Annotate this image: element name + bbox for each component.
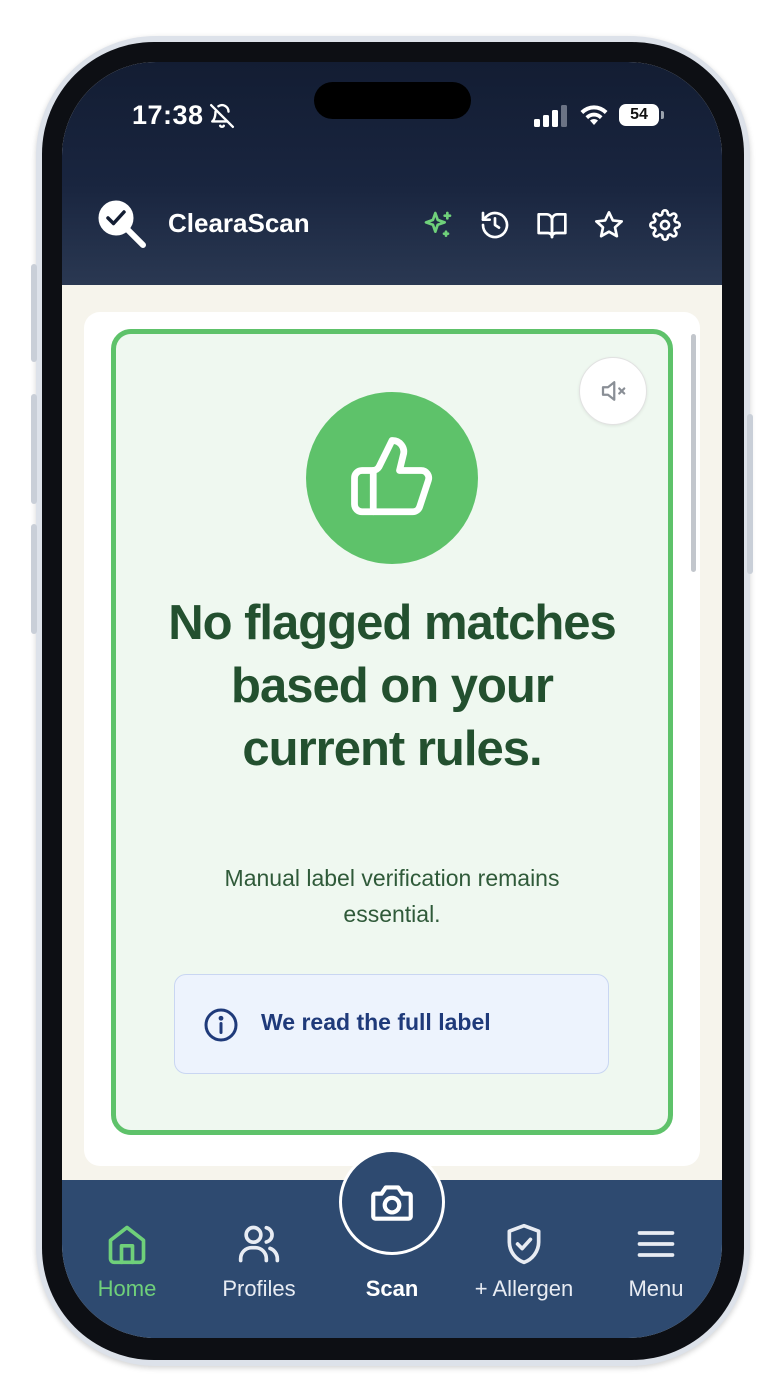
battery-cap xyxy=(661,111,664,119)
nav-item-add-allergen[interactable]: + Allergen xyxy=(459,1222,589,1302)
phone-side-button xyxy=(31,264,37,362)
main-content: No flagged matches based on your current… xyxy=(62,285,722,1180)
nav-item-home[interactable]: Home xyxy=(62,1222,192,1302)
phone-side-button xyxy=(31,524,37,634)
status-badge xyxy=(306,392,478,564)
sparkle-icon[interactable] xyxy=(422,209,454,241)
shield-check-icon xyxy=(507,1223,541,1265)
result-card: No flagged matches based on your current… xyxy=(84,312,700,1166)
wifi-icon xyxy=(580,105,608,125)
app-header: 17:38 54 ClearaScan xyxy=(62,62,722,285)
speaker-muted-icon xyxy=(601,381,626,401)
book-icon[interactable] xyxy=(536,209,568,241)
hamburger-menu-icon xyxy=(637,1231,675,1257)
info-icon xyxy=(204,1008,238,1042)
history-icon[interactable] xyxy=(479,209,511,241)
nav-label-home: Home xyxy=(97,1276,157,1301)
home-icon xyxy=(108,1225,146,1265)
result-subtext: Manual label verification remains essent… xyxy=(224,865,560,927)
nav-item-menu[interactable]: Menu xyxy=(591,1222,721,1302)
star-icon[interactable] xyxy=(593,209,625,241)
cellular-signal-icon xyxy=(534,105,567,127)
info-callout[interactable]: We read the full label xyxy=(174,974,609,1074)
phone-side-button xyxy=(31,394,37,504)
app-title: ClearaScan xyxy=(168,208,310,238)
bell-off-icon xyxy=(209,103,235,129)
phone-side-button xyxy=(747,414,753,574)
scrollbar[interactable] xyxy=(691,334,696,572)
nav-label-profiles: Profiles xyxy=(222,1276,296,1301)
info-text: We read the full label xyxy=(261,1009,491,1035)
users-icon xyxy=(238,1225,280,1263)
mute-button[interactable] xyxy=(579,357,647,425)
screen: 17:38 54 ClearaScan No flagged matches b… xyxy=(62,62,722,1338)
nav-label-add-allergen: + Allergen xyxy=(474,1276,574,1301)
nav-item-profiles[interactable]: Profiles xyxy=(194,1222,324,1302)
thumbs-up-icon xyxy=(351,437,433,516)
gear-icon[interactable] xyxy=(649,209,681,241)
app-logo-icon[interactable] xyxy=(96,198,148,250)
nav-label-scan: Scan xyxy=(365,1276,419,1301)
result-headline: No flagged matches based on your current… xyxy=(168,596,617,776)
nav-label-menu: Menu xyxy=(628,1276,684,1301)
scan-button[interactable] xyxy=(339,1149,445,1255)
result-panel: No flagged matches based on your current… xyxy=(111,329,673,1135)
battery-icon: 54 xyxy=(619,104,659,126)
status-time: 17:38 xyxy=(132,100,204,130)
dynamic-island xyxy=(314,82,471,119)
camera-icon xyxy=(371,1185,413,1221)
